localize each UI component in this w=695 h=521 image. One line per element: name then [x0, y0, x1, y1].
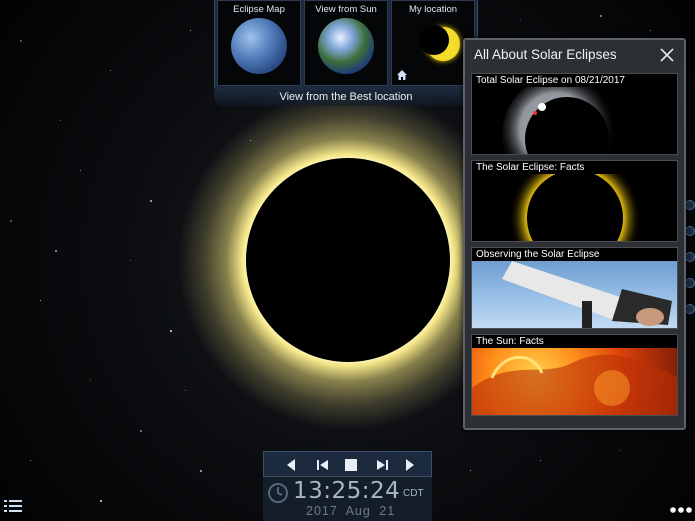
star	[140, 430, 142, 432]
star	[110, 70, 111, 71]
star	[170, 330, 172, 332]
moon-shadow-icon	[419, 25, 449, 55]
view-selector: Eclipse Map View from Sun My location	[214, 0, 478, 88]
slider-dot[interactable]	[685, 252, 695, 262]
star	[190, 30, 191, 31]
step-forward-icon[interactable]	[368, 452, 396, 478]
best-location-label[interactable]: View from the Best location	[214, 88, 478, 106]
star	[10, 220, 12, 222]
star	[90, 380, 91, 381]
solar-eclipses-panel: All About Solar Eclipses Total Solar Ecl…	[463, 38, 686, 430]
total-eclipse-thumbnail	[472, 87, 677, 154]
card-label: The Sun: Facts	[476, 336, 544, 347]
card-label: Observing the Solar Eclipse	[476, 249, 600, 260]
close-icon[interactable]	[658, 46, 676, 64]
card-total-solar-eclipse[interactable]: Total Solar Eclipse on 08/21/2017	[471, 73, 678, 155]
view-from-sun-button[interactable]: View from Sun	[304, 0, 388, 86]
star	[650, 30, 651, 31]
card-sun-facts[interactable]: The Sun: Facts	[471, 334, 678, 416]
eclipse-map-view-button[interactable]: Eclipse Map	[217, 0, 301, 86]
slider-dot[interactable]	[685, 304, 695, 314]
star	[100, 500, 102, 502]
panel-title: All About Solar Eclipses	[474, 47, 617, 62]
date-value: 2017 Aug 21	[306, 504, 396, 518]
star	[80, 170, 81, 171]
star	[520, 20, 521, 21]
more-dots-icon[interactable]	[669, 505, 693, 515]
timezone-label: CDT	[403, 488, 424, 499]
star	[55, 250, 57, 252]
clock-icon[interactable]	[266, 481, 290, 505]
star	[200, 470, 202, 472]
star	[60, 120, 61, 121]
star	[20, 40, 22, 42]
stop-icon[interactable]	[337, 452, 365, 478]
moon-disk	[246, 158, 450, 362]
playback-controls	[263, 451, 432, 477]
star	[540, 460, 541, 461]
star	[40, 300, 41, 301]
card-observing-eclipse[interactable]: Observing the Solar Eclipse	[471, 247, 678, 329]
view-label: View from Sun	[315, 4, 377, 15]
slider-dot[interactable]	[685, 278, 695, 288]
eclipse-facts-thumbnail	[472, 174, 677, 241]
time-display[interactable]: 13:25:24 CDT 2017 Aug 21	[263, 477, 432, 521]
sun-surface-thumbnail	[472, 348, 677, 415]
view-label: Eclipse Map	[233, 4, 285, 15]
home-icon	[397, 70, 407, 80]
play-backward-icon[interactable]	[278, 452, 306, 478]
card-label: The Solar Eclipse: Facts	[476, 162, 585, 173]
view-label: My location	[408, 4, 458, 15]
step-backward-icon[interactable]	[309, 452, 337, 478]
card-label: Total Solar Eclipse on 08/21/2017	[476, 75, 625, 86]
time-value: 13:25:24	[293, 478, 401, 504]
star	[150, 200, 152, 202]
camera-lens-thumbnail	[472, 261, 677, 328]
globe-icon	[231, 18, 287, 74]
star	[185, 390, 186, 391]
star	[600, 15, 602, 17]
earth-icon	[318, 18, 374, 74]
slider-dot[interactable]	[685, 200, 695, 210]
card-solar-eclipse-facts[interactable]: The Solar Eclipse: Facts	[471, 160, 678, 242]
play-forward-icon[interactable]	[395, 452, 423, 478]
star	[30, 460, 31, 461]
star	[470, 470, 471, 471]
star	[620, 450, 621, 451]
star	[130, 260, 131, 261]
slider-dot[interactable]	[685, 226, 695, 236]
list-menu-icon[interactable]	[3, 497, 23, 517]
